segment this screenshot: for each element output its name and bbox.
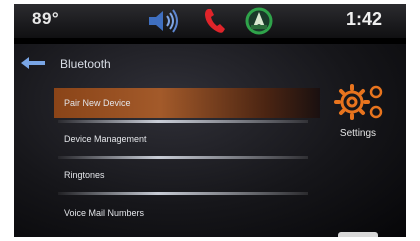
page-title: Bluetooth bbox=[60, 57, 111, 71]
bottom-tab-handle[interactable] bbox=[338, 232, 378, 237]
settings-button[interactable]: Settings bbox=[322, 80, 394, 144]
temperature: 89° bbox=[32, 9, 60, 28]
speaker-icon[interactable] bbox=[146, 8, 180, 39]
navigation-icon[interactable] bbox=[244, 6, 274, 41]
menu-item-device-management[interactable]: Device Management bbox=[54, 124, 320, 154]
bluetooth-menu-panel: Bluetooth Pair New Device Device Managem… bbox=[14, 44, 406, 237]
menu-item-ringtones[interactable]: Ringtones bbox=[54, 160, 320, 190]
infotainment-screen: 89° 1:42 Bluetooth Pair New Device Devic… bbox=[14, 4, 406, 237]
phone-icon[interactable] bbox=[202, 7, 228, 40]
back-arrow-icon[interactable] bbox=[20, 56, 46, 70]
gear-icon bbox=[332, 80, 388, 131]
divider bbox=[58, 156, 308, 159]
status-bar: 89° 1:42 bbox=[14, 4, 406, 38]
divider bbox=[58, 192, 308, 195]
menu-item-voice-mail-numbers[interactable]: Voice Mail Numbers bbox=[54, 198, 320, 228]
divider bbox=[58, 120, 308, 123]
menu-item-pair-new-device[interactable]: Pair New Device bbox=[54, 88, 320, 118]
settings-label: Settings bbox=[339, 128, 377, 139]
clock: 1:42 bbox=[345, 9, 382, 29]
